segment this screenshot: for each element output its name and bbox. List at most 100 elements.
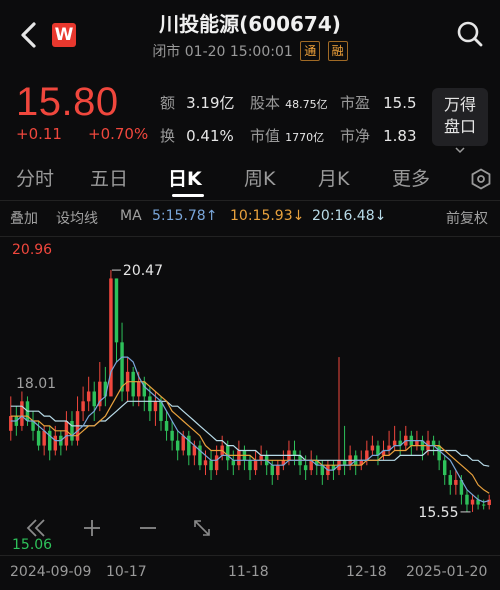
minus-icon bbox=[140, 527, 156, 529]
candle-body bbox=[292, 450, 297, 456]
candle-body bbox=[198, 445, 202, 466]
stat-amount: 额 3.19亿 bbox=[160, 92, 235, 113]
current-price: 15.80 bbox=[16, 80, 119, 124]
stat-pe: 市盈 15.5 bbox=[340, 92, 417, 113]
ma20-value: 20:16.48↓ bbox=[312, 208, 387, 224]
expand-arrows-icon bbox=[194, 520, 210, 536]
tab-daily-k[interactable]: 日K bbox=[168, 164, 202, 191]
status-text: 闭市 01-20 15:00:01 bbox=[152, 44, 293, 60]
amount-label: 额 bbox=[160, 94, 176, 112]
pe-label: 市盈 bbox=[340, 94, 371, 112]
scroll-left-button[interactable] bbox=[16, 508, 56, 548]
candle-body bbox=[20, 401, 24, 426]
candle-body bbox=[114, 278, 119, 343]
ma5-line bbox=[10, 356, 490, 503]
stat-pb: 市净 1.83 bbox=[340, 125, 417, 146]
candle-body bbox=[36, 430, 41, 446]
mktcap-value: 1770亿 bbox=[285, 131, 325, 144]
wande-orderbook-button[interactable]: 万得 盘口 bbox=[432, 88, 488, 154]
stat-equity: 股本 48.75亿 bbox=[250, 92, 328, 113]
candle-body bbox=[303, 465, 308, 471]
candle-body bbox=[454, 479, 458, 485]
tab-intraday[interactable]: 分时 bbox=[16, 164, 54, 191]
candle-body bbox=[392, 440, 397, 446]
x-label-4: 2025-01-20 bbox=[406, 564, 488, 580]
wande-line2: 盘口 bbox=[443, 117, 476, 136]
tab-monthly-k[interactable]: 月K bbox=[318, 164, 349, 191]
candle-body bbox=[248, 460, 252, 471]
candle-body bbox=[237, 450, 241, 466]
x-label-0: 2024-09-09 bbox=[10, 564, 92, 580]
candle-body bbox=[42, 430, 46, 446]
candle-body bbox=[9, 416, 13, 431]
candle-body bbox=[47, 430, 52, 451]
candle-body bbox=[214, 455, 219, 471]
candle-body bbox=[231, 460, 236, 466]
candle-body bbox=[92, 391, 96, 407]
pb-value: 1.83 bbox=[383, 127, 417, 145]
search-button[interactable] bbox=[456, 20, 484, 48]
candle-body bbox=[64, 420, 69, 446]
set-ma-button[interactable]: 设均线 bbox=[56, 208, 98, 228]
zoom-in-button[interactable] bbox=[72, 508, 112, 548]
annotations-group: 20.47 15.55 bbox=[111, 263, 471, 521]
candle-body bbox=[131, 371, 135, 397]
tab-more[interactable]: 更多 bbox=[392, 164, 430, 191]
pe-value: 15.5 bbox=[383, 94, 417, 112]
stat-turnover: 换 0.41% bbox=[160, 125, 234, 146]
high-annotation-text: 20.47 bbox=[123, 263, 163, 279]
period-tabs: 分时 五日 日K 周K 月K 更多 bbox=[0, 158, 500, 201]
settings-hexagon-icon[interactable] bbox=[470, 168, 492, 190]
candle-body bbox=[148, 396, 152, 412]
market-status: 闭市 01-20 15:00:01 通 融 bbox=[0, 41, 500, 61]
price-change: +0.11 bbox=[16, 125, 62, 143]
double-chevron-left-icon bbox=[26, 519, 45, 537]
pb-label: 市净 bbox=[340, 127, 371, 145]
tab-weekly-k[interactable]: 周K bbox=[244, 164, 275, 191]
candle-body bbox=[153, 401, 158, 412]
turnover-label: 换 bbox=[160, 127, 176, 145]
candle-body bbox=[226, 445, 230, 461]
candle-body bbox=[415, 440, 419, 446]
fullscreen-button[interactable] bbox=[182, 508, 222, 548]
candle-body bbox=[209, 460, 213, 471]
candle-body bbox=[276, 465, 280, 476]
adjust-button[interactable]: 前复权 bbox=[446, 208, 488, 228]
stat-mktcap: 市值 1770亿 bbox=[250, 125, 324, 146]
chevron-down-icon bbox=[455, 147, 465, 154]
price-change-pct: +0.70% bbox=[88, 125, 149, 143]
candle-body bbox=[270, 465, 274, 476]
x-label-3: 12-18 bbox=[346, 564, 387, 580]
turnover-value: 0.41% bbox=[186, 127, 234, 145]
candle-body bbox=[470, 499, 475, 505]
candle-body bbox=[465, 494, 469, 505]
candles-group bbox=[9, 270, 491, 512]
plus-icon bbox=[84, 520, 100, 536]
candle-body bbox=[120, 342, 124, 392]
candle-body bbox=[370, 445, 375, 451]
x-label-2: 11-18 bbox=[228, 564, 269, 580]
candle-body bbox=[181, 435, 185, 451]
mktcap-label: 市值 bbox=[250, 127, 281, 145]
candle-body bbox=[137, 381, 141, 397]
overlay-button[interactable]: 叠加 bbox=[10, 208, 38, 228]
candle-body bbox=[431, 440, 436, 446]
zoom-out-button[interactable] bbox=[128, 508, 168, 548]
low-annotation-text: 15.55 bbox=[418, 505, 458, 521]
amount-value: 3.19亿 bbox=[186, 94, 235, 112]
candle-body bbox=[442, 460, 447, 476]
ma10-value: 10:15.93↓ bbox=[230, 208, 305, 224]
ma5-value: 5:15.78↑ bbox=[152, 208, 218, 224]
connect-badge: 通 bbox=[300, 41, 321, 61]
candle-body bbox=[164, 420, 169, 431]
search-icon bbox=[457, 21, 483, 47]
equity-value: 48.75亿 bbox=[285, 98, 328, 111]
active-tab-indicator bbox=[172, 194, 204, 197]
candle-body bbox=[342, 460, 347, 466]
candle-body bbox=[187, 435, 191, 456]
candle-body bbox=[86, 391, 91, 402]
candle-body bbox=[170, 430, 174, 441]
candle-body bbox=[203, 460, 208, 466]
tab-five-day[interactable]: 五日 bbox=[90, 164, 128, 191]
margin-badge: 融 bbox=[327, 41, 348, 61]
